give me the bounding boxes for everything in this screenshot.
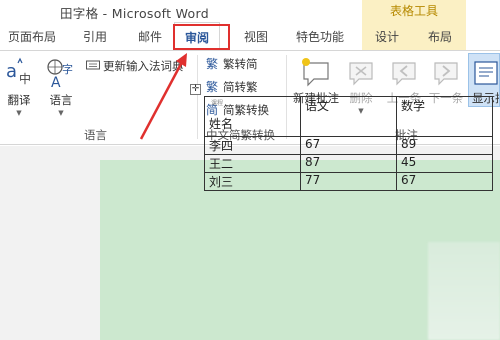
keyboard-icon — [86, 58, 100, 72]
table-cell[interactable]: 45 — [396, 154, 493, 173]
simplified-to-traditional-icon: 繁 — [206, 79, 220, 94]
table-cell[interactable]: 刘三 — [204, 172, 301, 191]
translate-button[interactable]: a 中 翻译 ▼ — [2, 57, 36, 117]
previous-comment-icon — [392, 62, 416, 86]
language-label: 语言 — [49, 93, 73, 107]
title-bar: 田字格 - Microsoft Word 表格工具 — [0, 0, 500, 22]
table-header-cell[interactable]: 语文 — [300, 96, 397, 137]
table-cell[interactable]: 李四 — [204, 136, 301, 155]
new-comment-icon — [302, 58, 329, 87]
traditional-to-simplified-label: 繁转简 — [223, 57, 258, 71]
table-cell[interactable]: 王二 — [204, 154, 301, 173]
language-dropdown-icon[interactable]: ▼ — [42, 109, 80, 117]
corner-header-cell[interactable]: 课程 姓名 — [204, 96, 301, 137]
table-header-cell[interactable]: 数学 — [396, 96, 493, 137]
svg-text:中: 中 — [19, 71, 31, 86]
simplified-to-traditional-label: 简转繁 — [223, 80, 258, 94]
simplified-to-traditional-button[interactable]: 繁 简转繁 — [206, 78, 258, 96]
tab-layout[interactable]: 布局 — [428, 28, 452, 45]
delete-comment-icon — [349, 62, 373, 86]
tab-references[interactable]: 引用 — [83, 28, 107, 45]
svg-text:A: A — [51, 75, 61, 89]
column-header-math: 数学 — [401, 99, 426, 113]
translate-label: 翻译 — [7, 93, 31, 107]
tab-mailings[interactable]: 邮件 — [138, 28, 162, 45]
table-row: 王二 87 45 — [204, 154, 493, 173]
tab-page-layout[interactable]: 页面布局 — [8, 28, 56, 45]
svg-text:繁: 繁 — [206, 79, 218, 93]
column-header-chinese: 语文 — [305, 99, 330, 113]
tab-highlight-annotation — [173, 24, 230, 50]
table-cell[interactable]: 67 — [396, 172, 493, 191]
table-move-handle-icon[interactable]: ✛ — [190, 84, 201, 95]
svg-text:字: 字 — [62, 62, 73, 76]
next-comment-icon — [434, 62, 458, 86]
tab-view[interactable]: 视图 — [244, 28, 268, 45]
tab-design[interactable]: 设计 — [375, 28, 399, 45]
window-title: 田字格 - Microsoft Word — [60, 6, 209, 21]
table-row: 刘三 77 67 — [204, 172, 493, 191]
table-tools-context-title: 表格工具 — [362, 0, 466, 22]
traditional-to-simplified-button[interactable]: 繁 繁转简 — [206, 55, 258, 73]
table-cell[interactable]: 89 — [396, 136, 493, 155]
language-icon: A 字 — [47, 59, 73, 89]
traditional-to-simplified-icon: 繁 — [206, 56, 220, 71]
corner-header-text: 姓名 — [209, 117, 234, 131]
table-cell[interactable]: 67 — [300, 136, 397, 155]
tab-special-features[interactable]: 特色功能 — [296, 28, 344, 45]
translate-icon: a 中 — [6, 57, 31, 86]
group-divider — [197, 55, 198, 139]
corner-header-small-text: 课程 — [211, 100, 224, 107]
svg-text:繁: 繁 — [206, 56, 218, 70]
blurred-region — [428, 242, 500, 340]
update-ime-label: 更新输入法词典 — [103, 59, 184, 73]
language-button[interactable]: A 字 语言 ▼ — [42, 57, 80, 117]
table-cell[interactable]: 87 — [300, 154, 397, 173]
update-ime-dictionary-button[interactable]: 更新输入法词典 — [86, 57, 184, 75]
table-header-row: 课程 姓名 语文 数学 — [204, 96, 493, 137]
svg-text:a: a — [6, 61, 17, 82]
score-table: 课程 姓名 语文 数学 李四 67 89 王二 87 45 刘三 77 67 — [204, 96, 493, 191]
translate-dropdown-icon[interactable]: ▼ — [2, 109, 36, 117]
table-cell[interactable]: 77 — [300, 172, 397, 191]
group-label-language: 语言 — [84, 128, 107, 142]
ribbon-tabs: 页面布局 引用 邮件 审阅 视图 特色功能 设计 布局 — [0, 22, 500, 50]
table-row: 李四 67 89 — [204, 136, 493, 155]
show-comments-icon — [474, 61, 498, 85]
